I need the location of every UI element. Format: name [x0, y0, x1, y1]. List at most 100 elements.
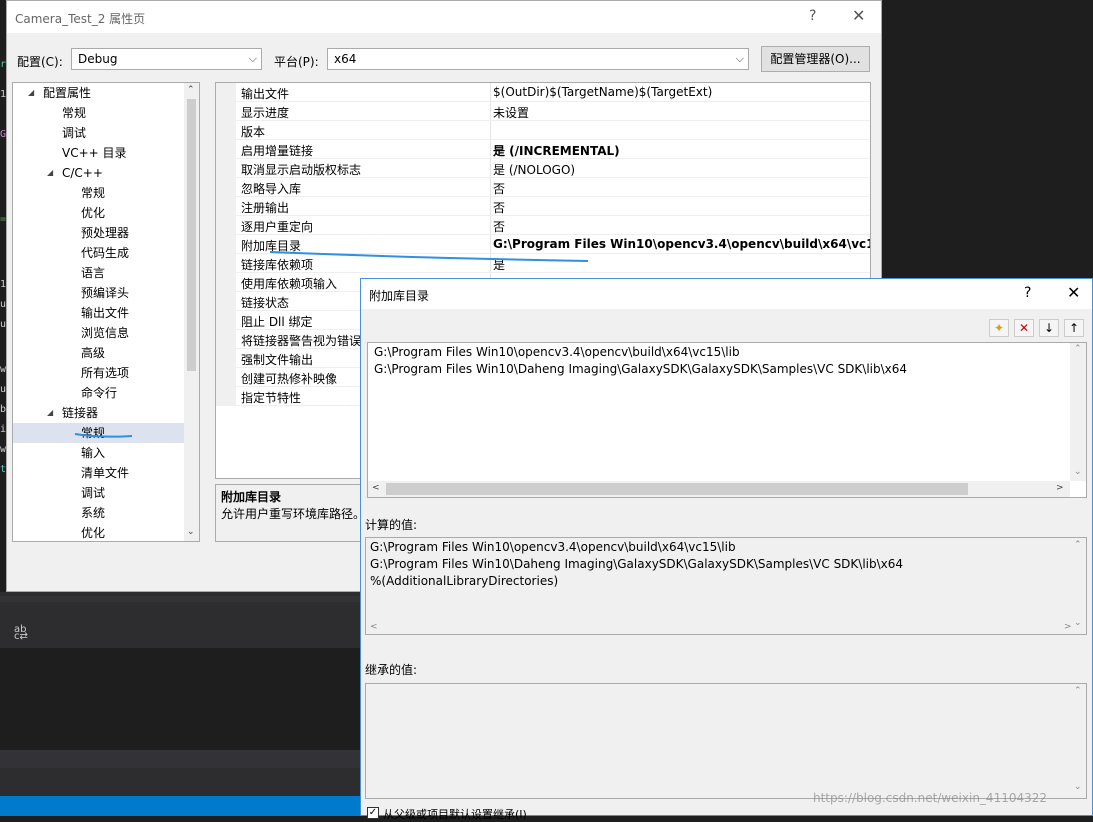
- tree-item[interactable]: 输入: [13, 443, 185, 463]
- tree-item[interactable]: 优化: [13, 203, 185, 223]
- tree-item-label: 所有选项: [81, 366, 130, 380]
- help-icon[interactable]: ?: [1024, 285, 1031, 301]
- scroll-up-icon[interactable]: ⌃: [1074, 540, 1082, 550]
- tree-item[interactable]: 所有选项: [13, 363, 185, 383]
- tree-item[interactable]: 预处理器: [13, 223, 185, 243]
- tree-item[interactable]: 预编译头: [13, 283, 185, 303]
- column-divider: [490, 235, 491, 254]
- config-manager-button[interactable]: 配置管理器(O)...: [761, 46, 870, 72]
- platform-value: x64: [334, 52, 357, 66]
- new-line-icon[interactable]: ✦: [989, 319, 1009, 337]
- expand-arrow-icon[interactable]: ◢: [47, 403, 53, 423]
- tree-item[interactable]: 清单文件: [13, 463, 185, 483]
- property-value[interactable]: $(OutDir)$(TargetName)$(TargetExt): [493, 85, 712, 99]
- tree-item[interactable]: 系统: [13, 503, 185, 523]
- move-up-icon[interactable]: ↑: [1064, 319, 1084, 337]
- delete-icon[interactable]: ✕: [1014, 319, 1034, 337]
- property-value[interactable]: 是 (/NOLOGO): [493, 161, 575, 178]
- config-label: 配置(C):: [17, 55, 63, 69]
- tree-item[interactable]: ◢ C/C++: [13, 163, 185, 183]
- scroll-up-icon[interactable]: ⌃: [1074, 344, 1082, 354]
- tree-item[interactable]: 输出文件: [13, 303, 185, 323]
- tree-item[interactable]: 命令行: [13, 383, 185, 403]
- tree-item[interactable]: 常规: [13, 183, 185, 203]
- scroll-up-icon[interactable]: ⌃: [187, 85, 195, 95]
- tree-item[interactable]: ◢ 配置属性: [13, 83, 185, 103]
- tree-item-label: 输入: [81, 446, 106, 460]
- scroll-down-icon[interactable]: ⌄: [187, 527, 195, 537]
- property-row[interactable]: 版本: [216, 121, 870, 140]
- word-wrap-icon[interactable]: ab c⇄: [14, 625, 30, 642]
- scroll-left-icon[interactable]: <: [372, 483, 380, 493]
- property-name: 显示进度: [241, 106, 290, 120]
- tree-item-label: 优化: [81, 206, 106, 220]
- help-icon[interactable]: ?: [809, 8, 816, 24]
- tree-item[interactable]: ◢ 链接器: [13, 403, 185, 423]
- path-line[interactable]: G:\Program Files Win10\Daheng Imaging\Ga…: [374, 362, 907, 376]
- scroll-thumb[interactable]: [386, 483, 968, 495]
- scroll-down-icon[interactable]: ⌄: [1074, 782, 1082, 792]
- property-value[interactable]: 否: [493, 218, 505, 235]
- platform-select[interactable]: x64 ⌵: [327, 48, 749, 70]
- scroll-right-icon[interactable]: >: [1064, 622, 1072, 632]
- tree-item[interactable]: 代码生成: [13, 243, 185, 263]
- property-row[interactable]: 附加库目录 G:\Program Files Win10\opencv3.4\op…: [216, 235, 870, 254]
- row-gutter: [216, 121, 236, 140]
- property-row[interactable]: 取消显示启动版权标志 是 (/NOLOGO): [216, 159, 870, 178]
- path-line[interactable]: G:\Program Files Win10\opencv3.4\opencv\…: [374, 345, 740, 359]
- row-gutter: [216, 368, 236, 387]
- tree-item[interactable]: 调试: [13, 483, 185, 503]
- tree-item-label: 浏览信息: [81, 326, 130, 340]
- expand-arrow-icon[interactable]: ◢: [28, 83, 34, 103]
- paths-list[interactable]: G:\Program Files Win10\opencv3.4\opencv\…: [367, 342, 1087, 498]
- tree-item[interactable]: 优化: [13, 523, 185, 541]
- column-divider: [490, 102, 491, 121]
- tree-item[interactable]: 常规: [13, 423, 185, 443]
- tree-item-label: 清单文件: [81, 466, 130, 480]
- tree-item-label: 链接器: [62, 406, 99, 420]
- scroll-down-icon[interactable]: ⌄: [1074, 618, 1082, 628]
- property-row[interactable]: 注册输出 否: [216, 197, 870, 216]
- tree-item[interactable]: 浏览信息: [13, 323, 185, 343]
- tree-item[interactable]: 调试: [13, 123, 185, 143]
- close-icon[interactable]: ✕: [852, 6, 865, 25]
- tree-item-label: 常规: [81, 186, 106, 200]
- property-row[interactable]: 输出文件 $(OutDir)$(TargetName)$(TargetExt): [216, 83, 870, 102]
- scroll-thumb[interactable]: [187, 99, 196, 371]
- property-row[interactable]: 忽略导入库 否: [216, 178, 870, 197]
- scroll-up-icon[interactable]: ⌃: [1074, 686, 1082, 696]
- property-value[interactable]: 是: [493, 256, 505, 273]
- column-divider: [490, 216, 491, 235]
- tree-item[interactable]: 高级: [13, 343, 185, 363]
- row-gutter: [216, 330, 236, 349]
- property-row[interactable]: 显示进度 未设置: [216, 102, 870, 121]
- dialog-titlebar: Camera_Test_2 属性页 ? ✕: [7, 1, 881, 33]
- tree-item[interactable]: 常规: [13, 103, 185, 123]
- close-icon[interactable]: ✕: [1067, 283, 1080, 302]
- property-value[interactable]: 否: [493, 180, 505, 197]
- scroll-right-icon[interactable]: >: [1056, 483, 1064, 493]
- column-divider: [490, 83, 491, 102]
- property-value[interactable]: 未设置: [493, 104, 529, 121]
- scroll-down-icon[interactable]: ⌄: [1074, 467, 1082, 477]
- config-value: Debug: [78, 52, 118, 66]
- property-row[interactable]: 启用增量链接 是 (/INCREMENTAL): [216, 140, 870, 159]
- vertical-scrollbar[interactable]: ⌃ ⌄: [184, 83, 199, 541]
- tree-item[interactable]: VC++ 目录: [13, 143, 185, 163]
- row-gutter: [216, 102, 236, 121]
- vertical-scrollbar[interactable]: ⌃ ⌄: [1070, 343, 1086, 481]
- property-row[interactable]: 逐用户重定向 否: [216, 216, 870, 235]
- scroll-left-icon[interactable]: <: [370, 622, 378, 632]
- inherit-checkbox[interactable]: ✓: [367, 807, 379, 819]
- property-value[interactable]: 否: [493, 199, 505, 216]
- property-row[interactable]: 链接库依赖项 是: [216, 254, 870, 273]
- row-gutter: [216, 216, 236, 235]
- config-select[interactable]: Debug ⌵: [71, 48, 262, 70]
- tree-item[interactable]: 语言: [13, 263, 185, 283]
- tree-item-label: 配置属性: [43, 86, 92, 100]
- property-value[interactable]: 是 (/INCREMENTAL): [493, 142, 620, 159]
- horizontal-scrollbar[interactable]: < >: [368, 481, 1070, 497]
- expand-arrow-icon[interactable]: ◢: [47, 163, 53, 183]
- property-value[interactable]: G:\Program Files Win10\opencv3.4\opencv\…: [493, 237, 870, 251]
- move-down-icon[interactable]: ↓: [1039, 319, 1059, 337]
